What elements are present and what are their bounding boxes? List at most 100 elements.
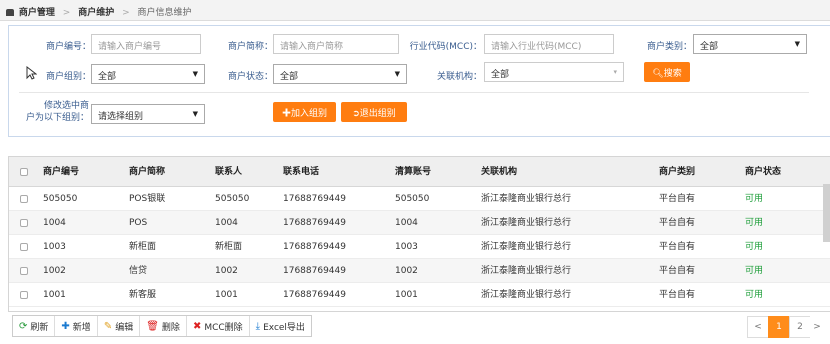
refresh-button[interactable]: ⟳ 刷新: [13, 316, 56, 336]
cell-merchant-type: 平台自有: [659, 290, 696, 300]
cell-merchant-abbr: 新柜面: [129, 242, 157, 252]
mcc-delete-button[interactable]: ✖ MCC删除: [187, 316, 250, 336]
cell-contact: 505050: [215, 194, 250, 204]
refresh-label: 刷新: [30, 322, 49, 333]
col-header-merchant-status[interactable]: 商户状态: [745, 157, 781, 186]
chevron-down-icon: ▾: [613, 68, 617, 76]
cell-settle-account: 505050: [395, 194, 430, 204]
next-page-button[interactable]: >: [810, 316, 824, 338]
row-checkbox[interactable]: [20, 291, 28, 299]
cell-merchant-type: 平台自有: [659, 218, 696, 228]
excel-export-button[interactable]: ⤓ Excel导出: [250, 316, 311, 336]
trash-icon: 🗑︎: [146, 320, 159, 332]
cell-merchant-status: 可用: [745, 266, 764, 276]
delete-button[interactable]: 🗑︎ 删除: [140, 316, 187, 336]
add-label: 新增: [72, 322, 91, 333]
add-icon: ✚: [61, 320, 70, 332]
breadcrumb-separator: >: [62, 8, 71, 18]
mcc-input[interactable]: 请输入行业代码(MCC): [484, 34, 614, 54]
table-row[interactable]: 505050 POS银联 505050 17688769449 505050 浙…: [9, 187, 830, 211]
add-to-group-label: 加入组别: [291, 108, 328, 118]
exit-group-label: 退出组别: [359, 108, 396, 118]
breadcrumb-item-merchant-mgmt[interactable]: 商户管理: [19, 8, 55, 18]
prev-page-button[interactable]: <: [747, 316, 769, 338]
table-row[interactable]: 1001 新客服 1001 17688769449 1001 浙江泰隆商业银行总…: [9, 283, 830, 307]
cell-contact: 1004: [215, 218, 238, 228]
col-header-phone[interactable]: 联系电话: [283, 157, 319, 186]
cell-related-org: 浙江泰隆商业银行总行: [481, 218, 572, 228]
col-header-merchant-type[interactable]: 商户类别: [659, 157, 695, 186]
related-org-select[interactable]: 全部 ▾: [484, 62, 624, 82]
excel-export-label: Excel导出: [263, 322, 305, 333]
cell-merchant-status: 可用: [745, 218, 764, 228]
col-header-merchant-abbr[interactable]: 商户简称: [129, 157, 165, 186]
merchant-abbr-label: 商户简称：: [227, 42, 273, 52]
cell-merchant-type: 平台自有: [659, 194, 696, 204]
merchant-type-label: 商户类别：: [646, 42, 692, 52]
edit-button[interactable]: ✎ 编辑: [98, 316, 141, 336]
page-1-button[interactable]: 1: [768, 316, 790, 338]
row-checkbox[interactable]: [20, 195, 28, 203]
mouse-cursor-icon: [26, 66, 37, 80]
home-icon: [6, 9, 14, 16]
table-row[interactable]: 1002 信贷 1002 17688769449 1002 浙江泰隆商业银行总行…: [9, 259, 830, 283]
target-group-placeholder: 请选择组别: [98, 112, 144, 122]
col-header-contact[interactable]: 联系人: [215, 157, 242, 186]
cell-phone: 17688769449: [283, 218, 346, 228]
cell-settle-account: 1003: [395, 242, 418, 252]
merchant-status-label: 商户状态：: [227, 72, 273, 82]
page-2-button[interactable]: 2: [789, 316, 811, 338]
modify-group-label: 修改选中商 户为以下组别：: [19, 100, 89, 124]
add-to-group-button[interactable]: ✚加入组别: [273, 102, 336, 122]
logout-icon: ➲: [352, 108, 360, 118]
cell-phone: 17688769449: [283, 242, 346, 252]
related-org-value: 全部: [491, 70, 510, 80]
refresh-icon: ⟳: [19, 320, 28, 332]
row-checkbox[interactable]: [20, 219, 28, 227]
merchant-no-input[interactable]: 请输入商户编号: [91, 34, 201, 54]
merchant-status-select[interactable]: 全部 ▼: [273, 64, 407, 84]
table-row[interactable]: 1004 POS 1004 17688769449 1004 浙江泰隆商业银行总…: [9, 211, 830, 235]
cell-merchant-type: 平台自有: [659, 266, 696, 276]
breadcrumb-separator: >: [122, 8, 130, 18]
chevron-down-icon: ▼: [794, 40, 800, 48]
merchant-no-label: 商户编号：: [45, 42, 91, 52]
col-header-merchant-no[interactable]: 商户编号: [43, 157, 79, 186]
merchant-type-value: 全部: [700, 42, 719, 52]
target-group-select[interactable]: 请选择组别 ▼: [91, 104, 205, 124]
cell-merchant-no: 1002: [43, 266, 66, 276]
col-header-settle-account[interactable]: 清算账号: [395, 157, 431, 186]
table-scrollbar[interactable]: [823, 184, 830, 242]
cell-merchant-no: 505050: [43, 194, 78, 204]
cell-related-org: 浙江泰隆商业银行总行: [481, 194, 572, 204]
merchant-group-select[interactable]: 全部 ▼: [91, 64, 205, 84]
filter-panel: 商户编号： 请输入商户编号 商户简称： 请输入商户简称 行业代码(MCC)： 请…: [8, 25, 830, 137]
divider: [19, 92, 809, 93]
delete-label: 删除: [161, 322, 180, 333]
cell-merchant-status: 可用: [745, 194, 764, 204]
merchant-abbr-input[interactable]: 请输入商户简称: [273, 34, 399, 54]
cell-related-org: 浙江泰隆商业银行总行: [481, 290, 572, 300]
row-checkbox[interactable]: [20, 243, 28, 251]
col-header-related-org[interactable]: 关联机构: [481, 157, 517, 186]
modify-group-label-line1: 修改选中商: [43, 101, 89, 111]
row-checkbox[interactable]: [20, 267, 28, 275]
table-row[interactable]: 1003 新柜面 新柜面 17688769449 1003 浙江泰隆商业银行总行…: [9, 235, 830, 259]
cell-settle-account: 1004: [395, 218, 418, 228]
breadcrumb: 商户管理 > 商户维护 > 商户信息维护: [0, 0, 830, 21]
merchant-group-label: 商户组别：: [45, 72, 91, 82]
breadcrumb-item-merchant-maint[interactable]: 商户维护: [78, 8, 114, 18]
select-all-checkbox[interactable]: [20, 168, 28, 176]
chevron-down-icon: ▼: [394, 70, 400, 78]
modify-group-label-line2: 户为以下组别：: [25, 113, 89, 123]
merchant-status-value: 全部: [280, 72, 299, 82]
exit-group-button[interactable]: ➲退出组别: [341, 102, 407, 122]
search-button[interactable]: 🔍︎搜索: [644, 62, 690, 82]
merchant-type-select[interactable]: 全部 ▼: [693, 34, 807, 54]
download-icon: ⤓: [255, 320, 261, 332]
cell-merchant-no: 1004: [43, 218, 66, 228]
cell-phone: 17688769449: [283, 194, 346, 204]
add-button[interactable]: ✚ 新增: [55, 316, 98, 336]
cell-contact: 新柜面: [215, 242, 243, 252]
cell-related-org: 浙江泰隆商业银行总行: [481, 242, 572, 252]
